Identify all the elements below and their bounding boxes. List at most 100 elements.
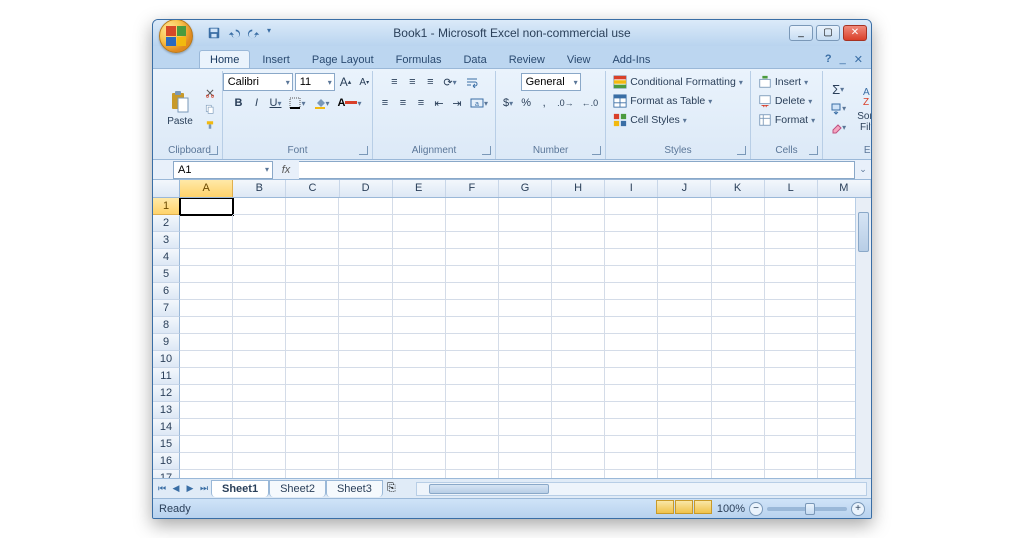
fill-color-button[interactable] bbox=[311, 94, 333, 112]
cell[interactable] bbox=[286, 317, 339, 334]
cell[interactable] bbox=[339, 436, 392, 453]
align-center-button[interactable]: ≡ bbox=[395, 94, 411, 112]
cell[interactable] bbox=[605, 368, 658, 385]
cell[interactable] bbox=[658, 283, 711, 300]
cell[interactable] bbox=[233, 317, 286, 334]
cell[interactable] bbox=[393, 249, 446, 266]
row-header[interactable]: 16 bbox=[153, 453, 180, 470]
cell-styles-button[interactable]: Cell Styles bbox=[610, 111, 690, 129]
cell[interactable] bbox=[233, 351, 286, 368]
cell[interactable] bbox=[552, 368, 605, 385]
zoom-in-button[interactable]: + bbox=[851, 502, 865, 516]
cell[interactable] bbox=[499, 300, 552, 317]
cell[interactable] bbox=[712, 198, 765, 215]
row-header[interactable]: 8 bbox=[153, 317, 180, 334]
cell[interactable] bbox=[180, 198, 233, 215]
format-cells-button[interactable]: Format bbox=[755, 111, 818, 129]
delete-cells-button[interactable]: Delete bbox=[755, 92, 815, 110]
horizontal-scrollbar[interactable] bbox=[416, 482, 867, 496]
cell[interactable] bbox=[765, 385, 818, 402]
cell[interactable] bbox=[765, 334, 818, 351]
cell[interactable] bbox=[233, 453, 286, 470]
cell[interactable] bbox=[180, 283, 233, 300]
cell[interactable] bbox=[765, 402, 818, 419]
cell[interactable] bbox=[658, 317, 711, 334]
cell[interactable] bbox=[499, 283, 552, 300]
orientation-button[interactable]: ⟳ bbox=[440, 73, 459, 91]
cell[interactable] bbox=[605, 453, 658, 470]
vertical-scrollbar[interactable] bbox=[855, 198, 871, 478]
cell[interactable] bbox=[712, 232, 765, 249]
align-middle-button[interactable]: ≡ bbox=[404, 73, 420, 91]
minimize-button[interactable]: _ bbox=[789, 25, 813, 41]
column-header[interactable]: F bbox=[446, 180, 499, 197]
cell[interactable] bbox=[180, 470, 233, 478]
cell[interactable] bbox=[605, 232, 658, 249]
close-button[interactable]: ✕ bbox=[843, 25, 867, 41]
cell[interactable] bbox=[499, 436, 552, 453]
cell[interactable] bbox=[180, 368, 233, 385]
cell[interactable] bbox=[765, 368, 818, 385]
row-header[interactable]: 2 bbox=[153, 215, 180, 232]
cell[interactable] bbox=[286, 453, 339, 470]
cell[interactable] bbox=[446, 453, 499, 470]
cell[interactable] bbox=[658, 470, 711, 478]
row-header[interactable]: 13 bbox=[153, 402, 180, 419]
formula-input[interactable] bbox=[299, 161, 855, 179]
cell[interactable] bbox=[658, 266, 711, 283]
new-sheet-icon[interactable]: ⎘ bbox=[387, 482, 396, 495]
cell[interactable] bbox=[233, 266, 286, 283]
cell[interactable] bbox=[712, 419, 765, 436]
cell[interactable] bbox=[605, 419, 658, 436]
cell[interactable] bbox=[180, 232, 233, 249]
cell[interactable] bbox=[339, 249, 392, 266]
cell[interactable] bbox=[765, 300, 818, 317]
cell[interactable] bbox=[605, 198, 658, 215]
cell[interactable] bbox=[658, 198, 711, 215]
bold-button[interactable]: B bbox=[231, 94, 247, 112]
cell[interactable] bbox=[286, 249, 339, 266]
comma-format-button[interactable]: , bbox=[536, 94, 552, 112]
paste-button[interactable]: Paste bbox=[161, 88, 199, 129]
cell[interactable] bbox=[712, 249, 765, 266]
cell[interactable] bbox=[393, 470, 446, 478]
cell[interactable] bbox=[180, 402, 233, 419]
cell[interactable] bbox=[658, 368, 711, 385]
italic-button[interactable]: I bbox=[249, 94, 265, 112]
cell[interactable] bbox=[339, 453, 392, 470]
cell[interactable] bbox=[339, 317, 392, 334]
copy-icon[interactable] bbox=[202, 102, 218, 116]
cell[interactable] bbox=[499, 266, 552, 283]
cell[interactable] bbox=[286, 351, 339, 368]
column-header[interactable]: A bbox=[180, 180, 233, 197]
cell[interactable] bbox=[499, 419, 552, 436]
cell[interactable] bbox=[233, 198, 286, 215]
cell[interactable] bbox=[393, 334, 446, 351]
cell[interactable] bbox=[499, 402, 552, 419]
decrease-decimal-button[interactable]: ←.0 bbox=[579, 94, 602, 112]
cell[interactable] bbox=[393, 232, 446, 249]
fill-button[interactable] bbox=[827, 100, 849, 118]
cell[interactable] bbox=[339, 300, 392, 317]
cell[interactable] bbox=[658, 249, 711, 266]
column-header[interactable]: J bbox=[658, 180, 711, 197]
ribbon-tab-view[interactable]: View bbox=[557, 51, 601, 68]
cell[interactable] bbox=[393, 266, 446, 283]
cell[interactable] bbox=[605, 283, 658, 300]
cell[interactable] bbox=[286, 300, 339, 317]
format-painter-icon[interactable] bbox=[202, 118, 218, 132]
column-header[interactable]: D bbox=[340, 180, 393, 197]
row-header[interactable]: 15 bbox=[153, 436, 180, 453]
cell[interactable] bbox=[233, 215, 286, 232]
cell[interactable] bbox=[765, 215, 818, 232]
row-header[interactable]: 17 bbox=[153, 470, 180, 478]
cell[interactable] bbox=[658, 436, 711, 453]
cell[interactable] bbox=[180, 317, 233, 334]
cell[interactable] bbox=[552, 402, 605, 419]
font-name-combo[interactable]: Calibri bbox=[223, 73, 293, 91]
cell[interactable] bbox=[180, 266, 233, 283]
cell[interactable] bbox=[712, 215, 765, 232]
cell[interactable] bbox=[605, 249, 658, 266]
ribbon-tab-page-layout[interactable]: Page Layout bbox=[302, 51, 384, 68]
percent-format-button[interactable]: % bbox=[518, 94, 534, 112]
